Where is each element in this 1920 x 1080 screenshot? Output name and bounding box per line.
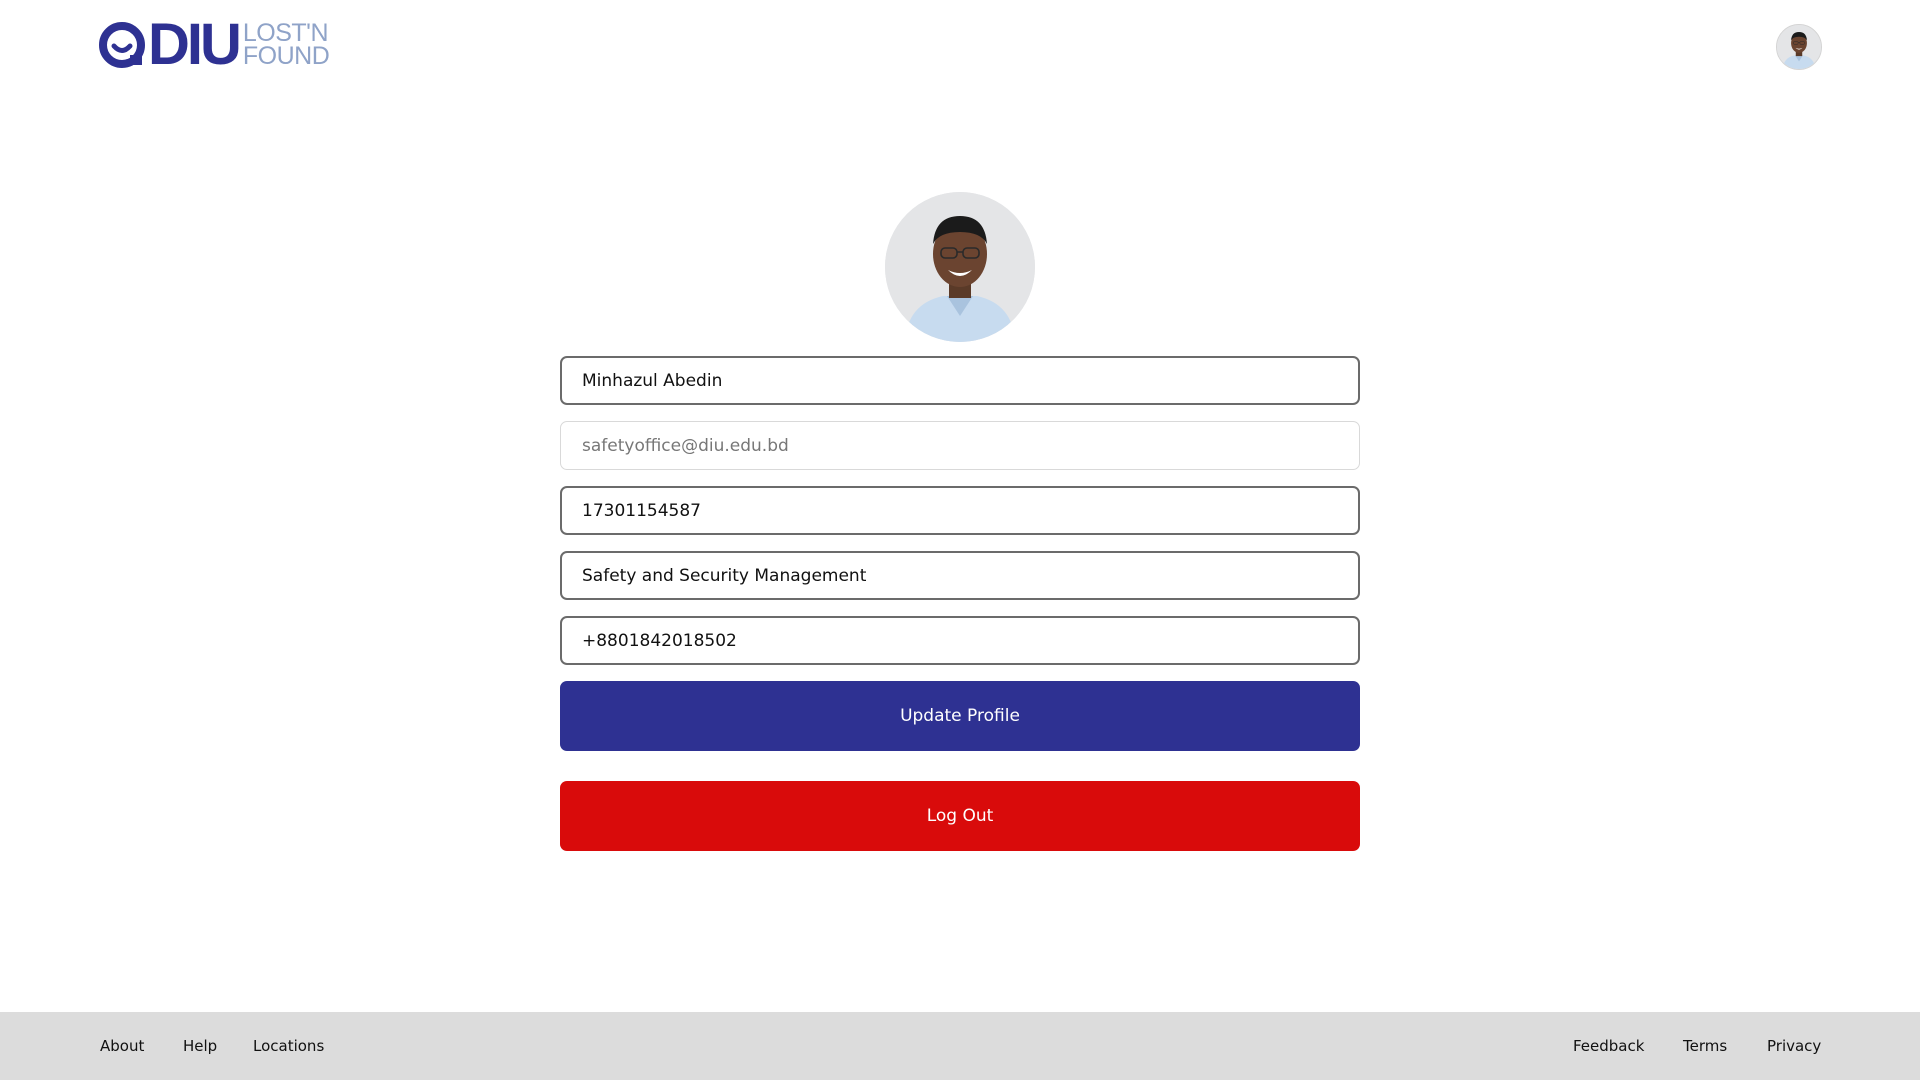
department-value: Safety and Security Management — [582, 565, 867, 586]
id-value: 17301154587 — [582, 500, 701, 521]
logout-label: Log Out — [926, 806, 994, 826]
diu-logo-icon — [99, 22, 145, 68]
logout-button[interactable]: Log Out — [560, 781, 1360, 851]
department-field[interactable]: Safety and Security Management — [560, 551, 1360, 600]
user-avatar-icon[interactable] — [1776, 24, 1822, 70]
logo-brand-text: DIU — [148, 12, 242, 77]
phone-value: +8801842018502 — [582, 630, 737, 651]
phone-field[interactable]: +8801842018502 — [560, 616, 1360, 665]
footer-link-about[interactable]: About — [100, 1012, 144, 1080]
footer-link-terms[interactable]: Terms — [1683, 1012, 1727, 1080]
user-avatar-image — [1777, 25, 1821, 69]
profile-photo-image — [885, 192, 1035, 342]
update-profile-label: Update Profile — [900, 706, 1020, 726]
footer-link-locations[interactable]: Locations — [253, 1012, 324, 1080]
email-value: safetyoffice@diu.edu.bd — [582, 435, 789, 456]
footer: About Help Locations Feedback Terms Priv… — [0, 1012, 1920, 1080]
logo-subtitle: LOST'N FOUND — [242, 21, 330, 70]
id-field[interactable]: 17301154587 — [560, 486, 1360, 535]
email-field: safetyoffice@diu.edu.bd — [560, 421, 1360, 470]
profile-form: Minhazul Abedin safetyoffice@diu.edu.bd … — [560, 356, 1360, 851]
name-value: Minhazul Abedin — [582, 370, 723, 391]
site-logo[interactable]: DIU LOST'N FOUND — [98, 12, 330, 77]
footer-link-help[interactable]: Help — [183, 1012, 217, 1080]
logo-subtitle-line2: FOUND — [242, 42, 330, 70]
profile-photo[interactable] — [885, 192, 1035, 342]
update-profile-button[interactable]: Update Profile — [560, 681, 1360, 751]
footer-link-feedback[interactable]: Feedback — [1573, 1012, 1644, 1080]
name-field[interactable]: Minhazul Abedin — [560, 356, 1360, 405]
footer-link-privacy[interactable]: Privacy — [1767, 1012, 1821, 1080]
